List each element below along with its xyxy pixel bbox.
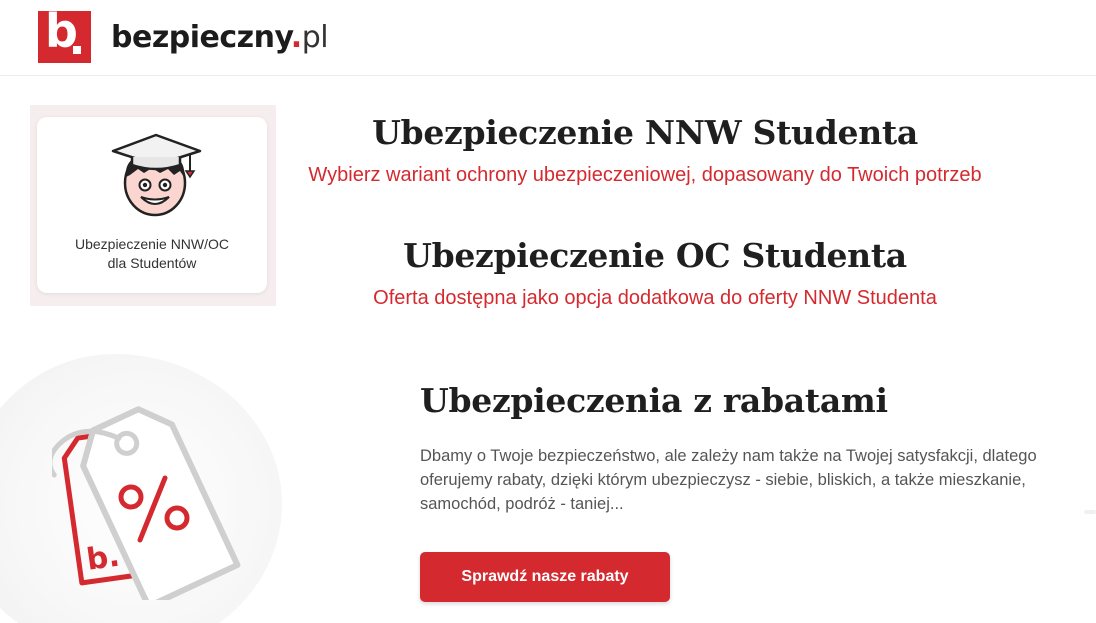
nnw-subtitle: Wybierz wariant ochrony ubezpieczeniowej…: [308, 164, 982, 186]
brand-wordmark: bezpieczny.pl: [111, 19, 329, 55]
oc-subtitle: Oferta dostępna jako opcja dodatkowa do …: [373, 287, 937, 309]
brand-name: bezpieczny: [111, 19, 291, 55]
brand-tld: pl: [301, 19, 329, 55]
discounts-title: Ubezpieczenia z rabatami: [420, 381, 888, 420]
product-card-container: Ubezpieczenie NNW/OC dla Studentów: [30, 105, 276, 306]
student-graduation-cap-icon: [111, 133, 202, 217]
discounts-description: Dbamy o Twoje bezpieczeństwo, ale zależy…: [420, 447, 1037, 513]
svg-text:b.: b.: [84, 539, 121, 578]
logo-mark-icon: b: [38, 8, 91, 63]
brand-dot: .: [290, 19, 302, 55]
nnw-title: Ubezpieczenie NNW Studenta: [372, 113, 918, 152]
product-card-label-line1: Ubezpieczenie NNW/OC: [74, 236, 230, 252]
product-card-nnw-oc[interactable]: Ubezpieczenie NNW/OC dla Studentów: [37, 117, 267, 293]
oc-title: Ubezpieczenie OC Studenta: [403, 236, 907, 275]
site-header: b bezpieczny.pl: [0, 0, 1096, 76]
brand-logo[interactable]: b bezpieczny.pl: [38, 8, 329, 63]
product-card-label-line2: dla Studentów: [107, 255, 197, 271]
edge-divider: [1084, 510, 1096, 514]
check-discounts-button[interactable]: Sprawdź nasze rabaty: [420, 552, 670, 602]
discount-tags-icon: b.: [52, 406, 241, 600]
product-card-label: Ubezpieczenie NNW/OC dla Studentów: [37, 235, 267, 273]
